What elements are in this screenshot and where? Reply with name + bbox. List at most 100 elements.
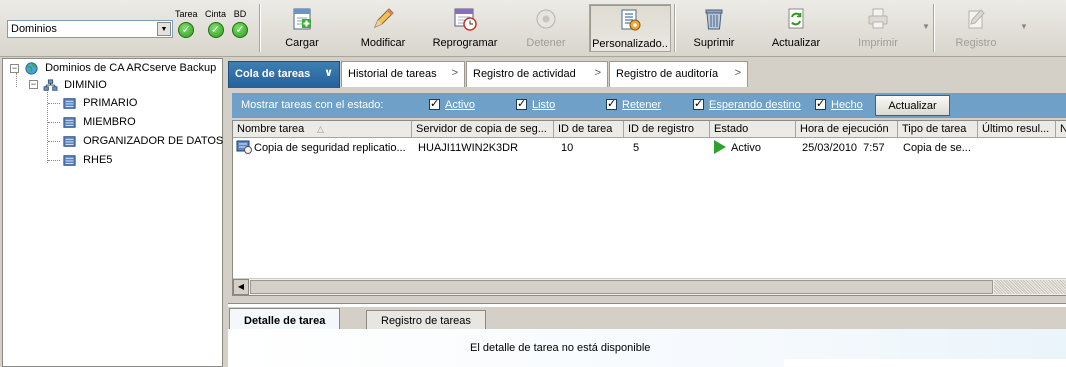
filter-done-label: Hecho [831, 99, 863, 111]
tree-server[interactable]: ORGANIZADOR DE DATOS [62, 133, 223, 149]
db-status-label: BD [233, 9, 247, 19]
calendar-clock-icon [430, 6, 500, 34]
column-header-name[interactable]: Nombre tarea △ [233, 121, 412, 138]
delete-button[interactable]: Suprimir [688, 4, 740, 52]
tree-domain[interactable]: DIMINIO [43, 77, 107, 93]
customized-button[interactable]: Personalizado.. [589, 4, 671, 52]
tab-job-history[interactable]: Historial de tareas > [341, 61, 465, 87]
filter-hold-checkbox[interactable]: Retener [606, 97, 662, 111]
collapse-icon[interactable]: − [10, 64, 19, 73]
update-filter-button[interactable]: Actualizar [875, 95, 950, 116]
load-button[interactable]: Cargar [276, 4, 328, 52]
collapse-icon[interactable]: − [29, 80, 38, 89]
column-header-server[interactable]: Servidor de copia de seg... [412, 121, 554, 138]
tab-audit-log[interactable]: Registro de auditoría > [609, 61, 748, 87]
modify-button[interactable]: Modificar [354, 4, 412, 52]
log-button[interactable]: Registro [950, 4, 1002, 52]
modify-label: Modificar [360, 37, 406, 49]
cell-status: Activo [711, 140, 796, 156]
column-header-log-id[interactable]: ID de registro [624, 121, 710, 138]
tree-server[interactable]: RHE5 [62, 152, 112, 168]
checkbox-icon [815, 97, 826, 110]
trash-icon [688, 6, 740, 34]
scroll-left-icon[interactable]: ◀ [233, 279, 249, 295]
globe-icon [25, 62, 38, 75]
log-dropdown-icon[interactable]: ▼ [1020, 22, 1028, 31]
pencil-icon [354, 6, 412, 34]
tree-server-label: MIEMBRO [83, 116, 136, 128]
tree-root[interactable]: Dominios de CA ARCserve Backup [24, 60, 216, 76]
chevron-right-icon: > [594, 67, 601, 79]
tab-activity-log[interactable]: Registro de actividad > [466, 61, 608, 87]
tree-server[interactable]: MIEMBRO [62, 114, 136, 130]
task-status: Tarea ✓ [175, 9, 198, 38]
filter-waiting-checkbox[interactable]: Esperando destino [693, 97, 801, 111]
print-dropdown-icon[interactable]: ▼ [922, 22, 930, 31]
filter-ready-checkbox[interactable]: Listo [516, 97, 555, 111]
db-status: BD ✓ [232, 9, 248, 38]
filter-waiting-label: Esperando destino [709, 99, 801, 111]
grid-header: Nombre tarea △ Servidor de copia de seg..… [233, 121, 1066, 138]
column-header-type[interactable]: Tipo de tarea [898, 121, 978, 138]
delete-label: Suprimir [693, 37, 735, 49]
play-icon [714, 140, 726, 154]
print-label: Imprimir [858, 37, 898, 49]
backup-job-icon [236, 140, 252, 154]
customized-label: Personalizado.. [592, 38, 668, 50]
cell-log-id: 5 [633, 142, 640, 154]
tree-server-label: ORGANIZADOR DE DATOS [83, 135, 224, 147]
column-header-status[interactable]: Estado [710, 121, 796, 138]
tree-server[interactable]: PRIMARIO [62, 95, 137, 111]
server-icon [63, 116, 76, 128]
tape-status: Cinta ✓ [205, 9, 226, 38]
toolbar-separator [259, 4, 261, 52]
customize-icon [590, 7, 670, 35]
column-header-name-label: Nombre tarea [237, 123, 305, 135]
check-icon: ✓ [178, 22, 195, 38]
reschedule-button[interactable]: Reprogramar [430, 4, 500, 52]
cell-exec-time: 25/03/2010 7:57 [802, 142, 885, 154]
column-header-last-result[interactable]: Último resul... [978, 121, 1056, 138]
domain-select[interactable]: Dominios ▼ [7, 20, 173, 38]
status-filter-bar: Mostrar tareas con el estado: Activo Lis… [232, 93, 1066, 118]
toolbar-separator [674, 4, 676, 52]
chevron-right-icon: > [734, 67, 741, 79]
filter-hold-label: Retener [622, 99, 662, 111]
tree-line [48, 160, 60, 161]
scrollbar-track[interactable] [994, 280, 1066, 294]
checkbox-icon [429, 97, 440, 110]
tree-server-label: RHE5 [83, 154, 113, 166]
filter-done-checkbox[interactable]: Hecho [815, 97, 863, 111]
horizontal-scrollbar[interactable]: ◀ [233, 278, 1066, 295]
cell-name: Copia de seguridad replicatio... [236, 140, 412, 156]
refresh-button[interactable]: Actualizar [766, 4, 826, 52]
table-row[interactable]: Copia de seguridad replicatio... HUAJI11… [233, 140, 1066, 156]
scrollbar-thumb[interactable] [250, 280, 993, 294]
load-label: Cargar [285, 37, 319, 49]
chevron-down-icon[interactable]: ▼ [157, 22, 171, 36]
checkbox-icon [693, 97, 704, 110]
tab-audit-log-label: Registro de auditoría [616, 68, 719, 80]
tab-job-queue[interactable]: Cola de tareas ∨ [228, 61, 340, 88]
checkbox-icon [606, 97, 617, 110]
column-header-job-id[interactable]: ID de tarea [554, 121, 624, 138]
stop-button[interactable]: Detener [520, 4, 572, 52]
column-header-exec-time[interactable]: Hora de ejecución [796, 121, 898, 138]
tab-activity-log-label: Registro de actividad [473, 68, 576, 80]
stop-icon [520, 6, 572, 34]
filter-label: Mostrar tareas con el estado: [241, 99, 384, 111]
tree-root-label: Dominios de CA ARCserve Backup [45, 62, 217, 74]
cell-status-text: Activo [731, 142, 761, 154]
domain-select-value: Dominios [11, 23, 57, 35]
tree-server-label: PRIMARIO [83, 97, 138, 109]
chevron-right-icon: > [451, 67, 458, 79]
print-button[interactable]: Imprimir [852, 4, 904, 52]
domain-tree: − Dominios de CA ARCserve Backup − DIMIN… [2, 58, 223, 367]
cell-name-text: Copia de seguridad replicatio... [254, 142, 406, 154]
tree-line [48, 141, 60, 142]
filter-active-checkbox[interactable]: Activo [429, 97, 475, 111]
column-header-extra[interactable]: N [1056, 121, 1066, 138]
log-icon [950, 6, 1002, 34]
tab-job-queue-label: Cola de tareas [235, 68, 311, 80]
reschedule-label: Reprogramar [432, 37, 498, 49]
